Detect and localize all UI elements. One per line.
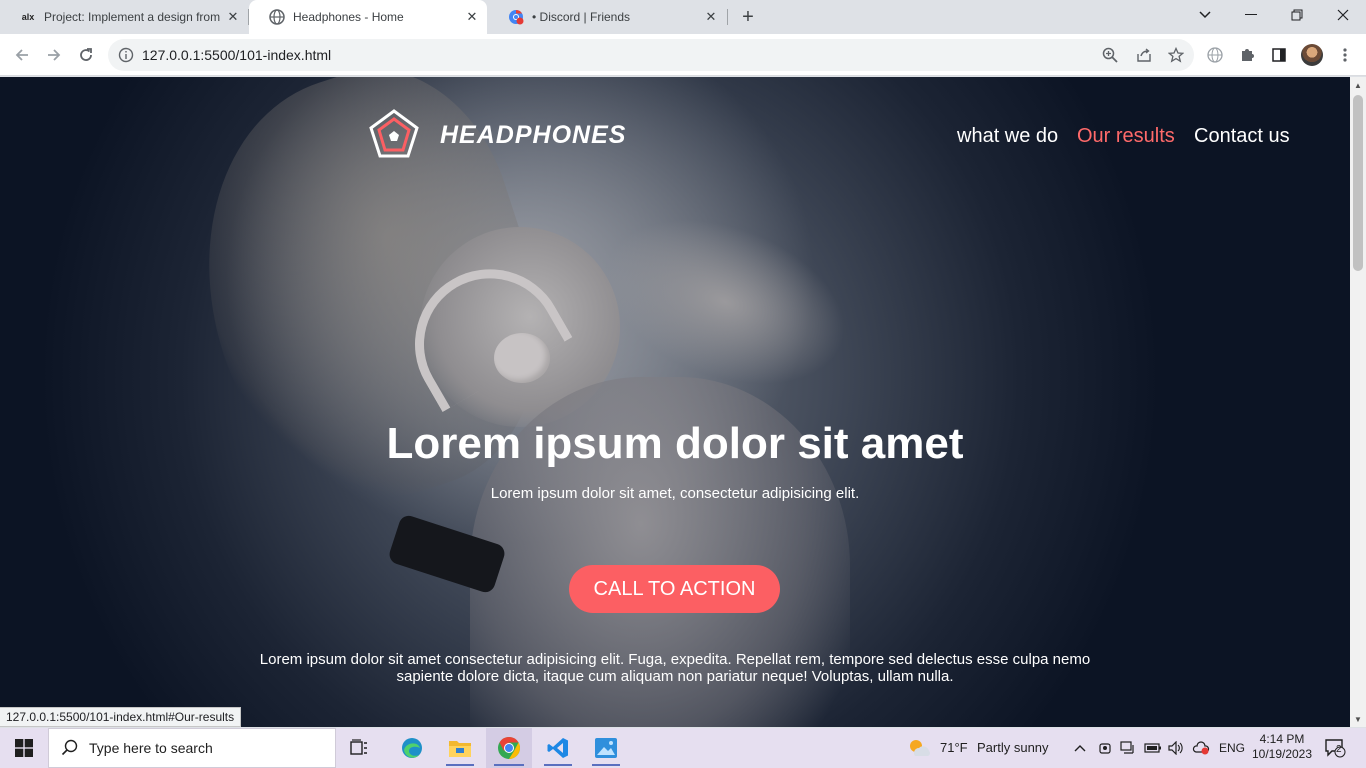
tab-strip: alx Project: Implement a design from ✕ H… (0, 0, 1366, 34)
meet-now-icon[interactable] (1095, 728, 1115, 768)
close-icon[interactable]: ✕ (224, 8, 242, 26)
nav-contact-us[interactable]: Contact us (1194, 125, 1290, 148)
headphones-logo-icon[interactable] (368, 109, 420, 161)
scroll-down-arrow-icon[interactable]: ▼ (1350, 711, 1366, 727)
brand-name[interactable]: HEADPHONES (440, 121, 626, 150)
tab-title: Project: Implement a design from (44, 10, 221, 24)
windows-taskbar: Type here to search 71°F Partly sunny EN… (0, 728, 1366, 768)
minimize-icon (1245, 14, 1257, 15)
globe-icon (269, 9, 285, 25)
arrow-left-icon (15, 49, 28, 61)
close-icon (1337, 9, 1349, 21)
forward-button[interactable] (40, 41, 68, 69)
new-tab-button[interactable]: + (736, 5, 760, 29)
language-indicator[interactable]: ENG (1219, 741, 1245, 755)
windows-logo-icon (15, 739, 33, 757)
notification-center-button[interactable]: 2 (1320, 728, 1350, 768)
bookmark-star-icon[interactable] (1164, 43, 1188, 67)
chevron-down-icon (1199, 11, 1211, 19)
extension-globe-button[interactable] (1201, 41, 1229, 69)
side-panel-button[interactable] (1265, 41, 1293, 69)
more-vertical-icon (1343, 48, 1347, 62)
alx-icon: alx (21, 12, 35, 22)
photos-icon (595, 738, 617, 758)
clock-time: 4:14 PM (1259, 732, 1305, 746)
nav-our-results[interactable]: Our results (1077, 125, 1175, 148)
hero-title: Lorem ipsum dolor sit amet (386, 419, 964, 468)
taskbar-photos[interactable] (584, 728, 628, 768)
onedrive-icon[interactable] (1190, 728, 1212, 768)
tab-search-button[interactable] (1182, 0, 1228, 30)
running-indicator (544, 764, 572, 766)
notification-icon (1325, 739, 1346, 758)
zoom-icon[interactable] (1098, 43, 1122, 67)
search-icon (61, 739, 78, 756)
network-icon[interactable] (1118, 728, 1138, 768)
scrollbar-thumb[interactable] (1353, 95, 1363, 271)
tab-headphones-home[interactable]: Headphones - Home ✕ (249, 0, 487, 34)
weather-description[interactable]: Partly sunny (977, 740, 1049, 755)
url-text[interactable]: 127.0.0.1:5500/101-index.html (142, 47, 331, 63)
task-view-icon (350, 739, 367, 755)
side-panel-icon (1272, 48, 1286, 62)
reload-button[interactable] (72, 41, 100, 69)
taskbar-chrome[interactable] (486, 728, 532, 768)
page-viewport: HEADPHONES what we do Our results Contac… (0, 77, 1350, 727)
battery-icon[interactable] (1142, 728, 1164, 768)
tab-discord-friends[interactable]: • Discord | Friends ✕ (488, 0, 726, 34)
tab-title: • Discord | Friends (532, 10, 631, 24)
close-icon[interactable]: ✕ (463, 8, 481, 26)
weather-temperature[interactable]: 71°F (940, 740, 968, 755)
chrome-discord-icon (508, 9, 524, 25)
extensions-button[interactable] (1233, 41, 1261, 69)
running-indicator (446, 764, 474, 766)
running-indicator (592, 764, 620, 766)
vscode-icon (547, 738, 568, 758)
hero-paragraph: Lorem ipsum dolor sit amet consectetur a… (259, 651, 1091, 685)
restore-icon (1291, 9, 1303, 21)
tab-alx-project[interactable]: alx Project: Implement a design from ✕ (0, 0, 248, 34)
site-info-icon[interactable] (118, 47, 134, 68)
running-indicator (494, 764, 524, 766)
arrow-right-icon (48, 49, 61, 61)
show-hidden-icons-chevron-up-icon[interactable] (1071, 728, 1089, 768)
browser-menu-button[interactable] (1331, 41, 1359, 69)
volume-icon[interactable] (1166, 728, 1186, 768)
notification-count: 2 (1336, 744, 1342, 755)
address-bar[interactable]: 127.0.0.1:5500/101-index.html (108, 39, 1194, 71)
hero-subtitle: Lorem ipsum dolor sit amet, consectetur … (490, 485, 860, 502)
tab-divider (727, 9, 728, 25)
system-clock[interactable]: 4:14 PM 10/19/2023 (1247, 732, 1317, 762)
minimize-button[interactable] (1228, 0, 1274, 30)
chrome-icon (498, 737, 520, 759)
close-icon[interactable]: ✕ (702, 8, 720, 26)
scroll-up-arrow-icon[interactable]: ▲ (1350, 77, 1366, 93)
taskbar-vscode[interactable] (536, 728, 580, 768)
edge-icon (402, 738, 422, 758)
start-button[interactable] (0, 728, 48, 768)
task-view-button[interactable] (340, 728, 380, 768)
browser-toolbar: 127.0.0.1:5500/101-index.html (0, 34, 1366, 76)
search-placeholder: Type here to search (89, 740, 213, 756)
link-status-bubble: 127.0.0.1:5500/101-index.html#Our-result… (0, 707, 242, 727)
taskbar-edge[interactable] (390, 728, 434, 768)
hero-image-earcup (494, 333, 550, 383)
weather-icon[interactable] (904, 728, 934, 768)
taskbar-file-explorer[interactable] (438, 728, 482, 768)
restore-button[interactable] (1274, 0, 1320, 30)
reload-icon (80, 48, 92, 61)
back-button[interactable] (8, 41, 36, 69)
puzzle-icon (1242, 49, 1254, 61)
call-to-action-button[interactable]: CALL TO ACTION (569, 565, 780, 613)
clock-date: 10/19/2023 (1251, 747, 1313, 761)
page-scrollbar[interactable]: ▲ ▼ (1350, 77, 1366, 727)
profile-avatar[interactable] (1301, 44, 1323, 66)
globe-icon (1207, 47, 1223, 63)
share-icon[interactable] (1132, 43, 1156, 67)
nav-what-we-do[interactable]: what we do (957, 125, 1058, 148)
folder-icon (449, 741, 471, 757)
tab-title: Headphones - Home (293, 10, 404, 24)
taskbar-search-box[interactable]: Type here to search (48, 728, 336, 768)
close-window-button[interactable] (1320, 0, 1366, 30)
